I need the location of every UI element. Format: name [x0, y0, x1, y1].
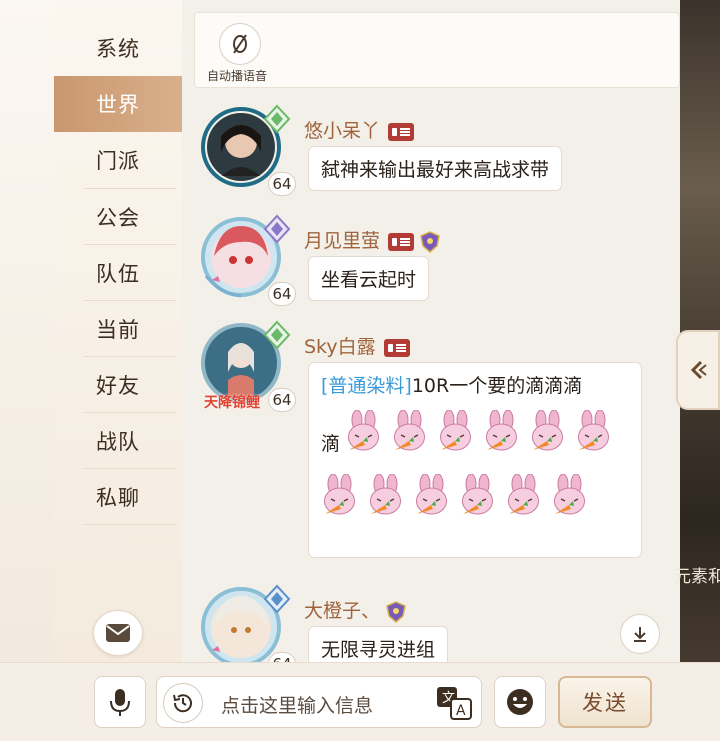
tab-private[interactable]: 私聊 [54, 469, 182, 525]
tab-label: 私聊 [96, 486, 140, 510]
bunny-carrot-sticker-icon [505, 473, 542, 520]
gem-icon [263, 320, 291, 350]
message-text: 10R一个要的滴滴滴 [411, 375, 583, 397]
mute-icon [233, 34, 247, 54]
bunny-carrot-sticker-icon [437, 409, 474, 456]
level-badge: 64 [268, 388, 296, 412]
bunny-carrot-sticker-icon [321, 473, 358, 520]
tab-guild[interactable]: 公会 [54, 189, 182, 245]
chat-window: 系统 世界 门派 公会 队伍 当前 好友 战队 私聊 自动播语音 64 悠小呆丫… [0, 0, 720, 741]
voice-input-button[interactable] [94, 676, 146, 728]
sender-name-text: Sky白露 [304, 336, 376, 358]
input-placeholder: 点击这里输入信息 [221, 695, 374, 717]
message-input[interactable]: 点击这里输入信息 文A [156, 676, 482, 728]
sender-name[interactable]: 悠小呆丫 [304, 116, 415, 143]
tab-current[interactable]: 当前 [54, 301, 182, 357]
chevron-left-icon [690, 360, 707, 380]
collapse-panel-button[interactable] [676, 330, 720, 410]
gem-icon [263, 584, 291, 614]
sender-name-text: 悠小呆丫 [304, 120, 381, 142]
scroll-to-bottom-button[interactable] [620, 614, 660, 654]
tab-system[interactable]: 系统 [54, 20, 182, 76]
gem-icon [263, 104, 291, 134]
sender-name[interactable]: 月见里萤 [304, 226, 440, 253]
arrow-down-icon [634, 627, 646, 642]
send-label: 发送 [582, 691, 628, 715]
auto-voice-label: 自动播语音 [207, 69, 268, 83]
left-edge [0, 0, 54, 741]
svg-text:A: A [456, 703, 466, 719]
shield-icon [420, 230, 440, 253]
tab-label: 公会 [96, 206, 140, 230]
channel-sidebar: 系统 世界 门派 公会 队伍 当前 好友 战队 私聊 [54, 0, 182, 662]
message-text: 弑神来输出最好来高战求带 [321, 159, 550, 181]
emoji-row [321, 473, 629, 520]
gem-icon [263, 214, 291, 244]
shield-icon [386, 600, 406, 623]
tab-sect[interactable]: 门派 [54, 132, 182, 188]
game-overlay-text: 元素和 [674, 567, 720, 587]
tab-friends[interactable]: 好友 [54, 357, 182, 413]
tab-label: 世界 [96, 93, 140, 117]
bunny-carrot-sticker-icon [367, 473, 404, 520]
item-link[interactable]: [普通染料] [321, 375, 412, 397]
level-badge: 64 [268, 282, 296, 306]
bunny-carrot-sticker-icon [483, 409, 520, 456]
sender-name-text: 大橙子、 [304, 600, 381, 622]
bunny-carrot-sticker-icon [345, 409, 382, 456]
smiley-icon [507, 689, 533, 715]
id-card-icon[interactable] [388, 232, 415, 251]
message-bubble[interactable]: [普通染料]10R一个要的滴滴滴 滴 [308, 362, 642, 558]
send-button[interactable]: 发送 [558, 676, 652, 728]
sender-name-text: 月见里萤 [304, 230, 381, 252]
bunny-carrot-sticker-icon [551, 473, 588, 520]
history-button[interactable] [163, 683, 203, 723]
translate-button[interactable]: 文A [433, 683, 477, 723]
translate-icon: 文A [437, 687, 472, 720]
message-text: 坐看云起时 [321, 269, 417, 291]
bunny-carrot-sticker-icon [459, 473, 496, 520]
auto-voice-button[interactable] [219, 23, 261, 65]
tab-world[interactable]: 世界 [54, 76, 182, 132]
sender-name[interactable]: 大橙子、 [304, 596, 406, 623]
id-card-icon[interactable] [383, 338, 410, 357]
tab-label: 好友 [96, 374, 140, 398]
message-bubble[interactable]: 弑神来输出最好来高战求带 [308, 146, 563, 191]
bunny-carrot-sticker-icon [391, 409, 428, 456]
level-badge: 64 [268, 172, 296, 196]
id-card-icon[interactable] [388, 122, 415, 141]
mail-icon [106, 624, 130, 642]
emoji-button[interactable] [494, 676, 546, 728]
tab-label: 系统 [96, 37, 140, 61]
tab-squad[interactable]: 战队 [54, 413, 182, 469]
message-text: 滴 [321, 433, 341, 455]
tab-label: 队伍 [96, 262, 140, 286]
mail-button[interactable] [93, 610, 143, 656]
bunny-carrot-sticker-icon [575, 409, 612, 456]
tab-label: 门派 [96, 149, 140, 173]
avatar-caption: 天降锦鲤 [204, 395, 260, 411]
message-text: 无限寻灵进组 [321, 639, 436, 661]
tab-label: 战队 [96, 430, 140, 454]
divider [84, 524, 176, 525]
top-panel: 自动播语音 [194, 12, 680, 88]
tab-label: 当前 [96, 318, 140, 342]
bunny-carrot-sticker-icon [413, 473, 450, 520]
message-bubble[interactable]: 坐看云起时 [308, 256, 430, 301]
history-icon [173, 694, 192, 713]
emoji-row [345, 409, 612, 456]
tab-team[interactable]: 队伍 [54, 245, 182, 301]
microphone-icon [110, 689, 130, 716]
bunny-carrot-sticker-icon [529, 409, 566, 456]
sender-name[interactable]: Sky白露 [304, 332, 410, 359]
